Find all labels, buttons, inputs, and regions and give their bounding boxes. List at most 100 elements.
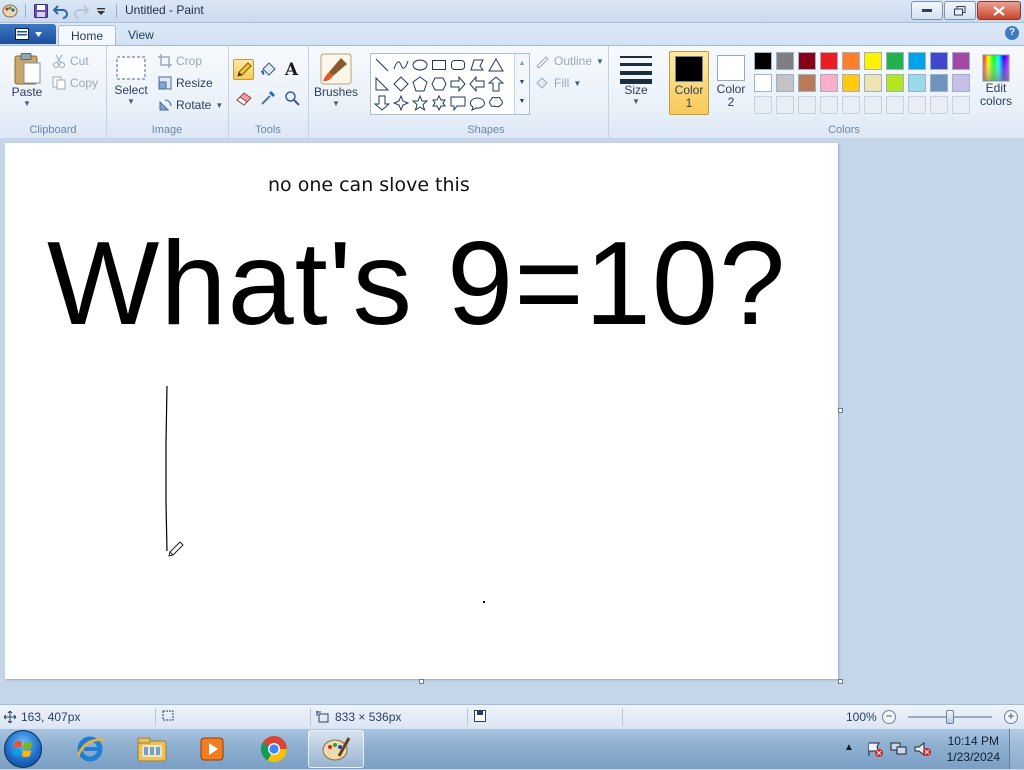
cloud-callout-shape[interactable] <box>486 93 505 112</box>
rounded-rectangle-shape[interactable] <box>448 55 467 74</box>
palette-swatch[interactable] <box>908 74 926 92</box>
taskbar-paint[interactable] <box>308 730 364 768</box>
up-arrow-shape[interactable] <box>486 74 505 93</box>
close-button[interactable] <box>977 1 1021 20</box>
palette-swatch[interactable] <box>886 74 904 92</box>
volume-muted-icon[interactable] <box>914 741 932 757</box>
color2-button[interactable]: Color 2 <box>711 51 751 115</box>
palette-custom-slot[interactable] <box>754 96 772 114</box>
minimize-button[interactable] <box>911 1 943 20</box>
resize-handle-bottom[interactable] <box>419 679 424 684</box>
palette-swatch[interactable] <box>776 74 794 92</box>
palette-swatch[interactable] <box>820 74 838 92</box>
palette-swatch[interactable] <box>864 74 882 92</box>
taskbar-file-explorer[interactable] <box>124 730 180 768</box>
text-tool[interactable]: A <box>281 59 302 80</box>
palette-custom-slot[interactable] <box>908 96 926 114</box>
right-triangle-shape[interactable] <box>372 74 391 93</box>
palette-swatch[interactable] <box>820 52 838 70</box>
show-hidden-icons-icon[interactable]: ▲ <box>844 742 854 753</box>
diamond-shape[interactable] <box>391 74 410 93</box>
outline-button[interactable]: Outline ▼ <box>534 54 604 68</box>
oval-shape[interactable] <box>410 55 429 74</box>
taskbar-media-player[interactable] <box>184 730 240 768</box>
four-point-star-shape[interactable] <box>391 93 410 112</box>
pencil-tool[interactable] <box>233 59 254 80</box>
palette-swatch[interactable] <box>798 52 816 70</box>
eraser-tool[interactable] <box>233 87 254 108</box>
palette-swatch[interactable] <box>952 52 970 70</box>
palette-custom-slot[interactable] <box>842 96 860 114</box>
edit-colors-button[interactable]: Edit colors <box>976 54 1016 108</box>
palette-swatch[interactable] <box>842 74 860 92</box>
crop-button[interactable]: Crop <box>158 54 202 68</box>
color1-button[interactable]: Color 1 <box>669 51 709 115</box>
paint-app-icon[interactable] <box>2 3 18 19</box>
cut-button[interactable]: Cut <box>52 54 89 68</box>
expand-gallery-icon[interactable]: ▼ <box>515 92 529 112</box>
help-icon[interactable]: ? <box>1005 26 1019 40</box>
size-button[interactable]: Size ▼ <box>616 54 656 106</box>
palette-swatch[interactable] <box>754 52 772 70</box>
oval-callout-shape[interactable] <box>467 93 486 112</box>
rectangle-shape[interactable] <box>429 55 448 74</box>
down-arrow-shape[interactable] <box>372 93 391 112</box>
palette-swatch[interactable] <box>930 74 948 92</box>
fill-button[interactable]: Fill ▼ <box>534 76 581 90</box>
select-button[interactable]: Select ▼ <box>112 54 150 106</box>
restore-button[interactable] <box>944 1 976 20</box>
network-icon[interactable] <box>890 741 908 757</box>
triangle-shape[interactable] <box>486 55 505 74</box>
palette-swatch[interactable] <box>952 74 970 92</box>
palette-custom-slot[interactable] <box>930 96 948 114</box>
tab-home[interactable]: Home <box>58 25 117 46</box>
palette-swatch[interactable] <box>930 52 948 70</box>
palette-swatch[interactable] <box>754 74 772 92</box>
taskbar-internet-explorer[interactable] <box>62 730 118 768</box>
scroll-up-icon[interactable]: ▲ <box>515 54 529 73</box>
redo-icon[interactable] <box>73 3 89 19</box>
palette-swatch[interactable] <box>908 52 926 70</box>
palette-swatch[interactable] <box>886 52 904 70</box>
show-desktop-button[interactable] <box>1009 729 1024 769</box>
start-button[interactable] <box>4 730 42 768</box>
palette-swatch[interactable] <box>842 52 860 70</box>
action-center-flag-icon[interactable] <box>866 741 884 757</box>
rotate-button[interactable]: Rotate ▼ <box>158 98 223 112</box>
hexagon-shape[interactable] <box>429 74 448 93</box>
save-icon[interactable] <box>33 3 49 19</box>
tab-view[interactable]: View <box>116 25 166 45</box>
taskbar-chrome[interactable] <box>246 730 302 768</box>
resize-button[interactable]: Resize <box>158 76 213 90</box>
customize-qat-icon[interactable] <box>93 3 109 19</box>
palette-custom-slot[interactable] <box>886 96 904 114</box>
copy-button[interactable]: Copy <box>52 76 98 90</box>
line-shape[interactable] <box>372 55 391 74</box>
resize-handle-corner[interactable] <box>838 679 843 684</box>
drawing-canvas[interactable]: no one can slove this What's 9=10? <box>5 143 838 679</box>
palette-custom-slot[interactable] <box>952 96 970 114</box>
magnifier-tool[interactable] <box>281 87 302 108</box>
right-arrow-shape[interactable] <box>448 74 467 93</box>
pentagon-shape[interactable] <box>410 74 429 93</box>
palette-swatch[interactable] <box>864 52 882 70</box>
palette-swatch[interactable] <box>798 74 816 92</box>
zoom-in-button[interactable]: + <box>1004 710 1018 724</box>
curve-shape[interactable] <box>391 55 410 74</box>
color-picker-tool[interactable] <box>257 87 278 108</box>
palette-custom-slot[interactable] <box>798 96 816 114</box>
polygon-shape[interactable] <box>467 55 486 74</box>
paint-menu-button[interactable] <box>0 24 56 44</box>
resize-handle-right[interactable] <box>838 408 843 413</box>
zoom-slider-thumb[interactable] <box>946 710 954 724</box>
palette-custom-slot[interactable] <box>820 96 838 114</box>
rect-callout-shape[interactable] <box>448 93 467 112</box>
scroll-down-icon[interactable]: ▼ <box>515 73 529 92</box>
zoom-out-button[interactable]: − <box>882 710 896 724</box>
paste-button[interactable]: Paste ▼ <box>8 52 46 108</box>
six-point-star-shape[interactable] <box>429 93 448 112</box>
five-point-star-shape[interactable] <box>410 93 429 112</box>
palette-swatch[interactable] <box>776 52 794 70</box>
brushes-button[interactable]: Brushes ▼ <box>313 52 359 108</box>
left-arrow-shape[interactable] <box>467 74 486 93</box>
